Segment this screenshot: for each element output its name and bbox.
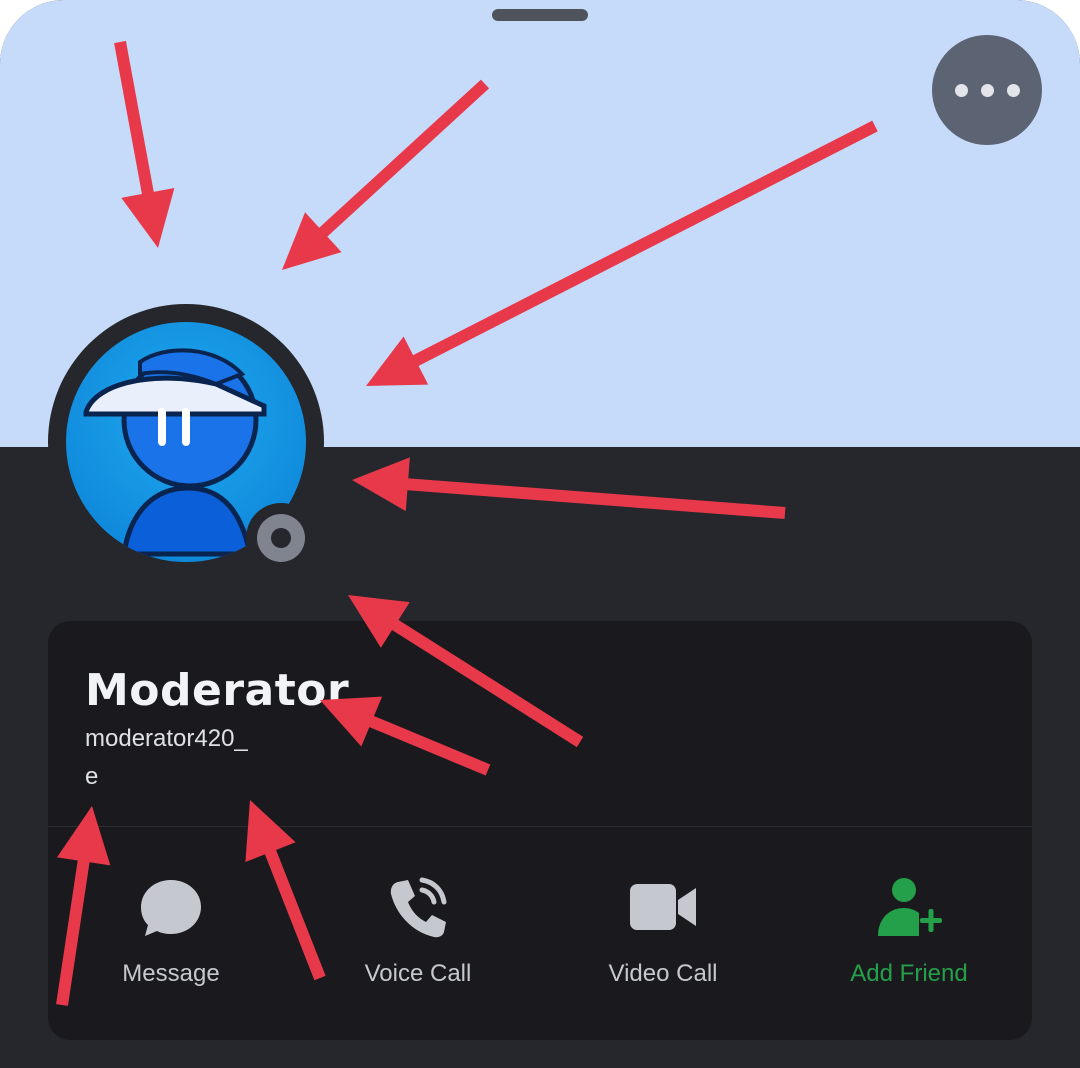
more-dot [980,83,994,97]
offline-status-icon [257,514,305,562]
display-name: Moderator [85,665,350,716]
username: moderator420_ [85,725,248,752]
message-button[interactable]: Message [71,876,271,1006]
status-hole [271,528,291,548]
more-options-button[interactable] [932,35,1042,145]
profile-sheet: Moderator moderator420_ e Message Voice … [0,0,1080,1068]
voice-call-label: Voice Call [364,960,472,987]
more-horizontal-icon [954,83,968,97]
video-call-button[interactable]: Video Call [563,876,763,1006]
add-friend-label: Add Friend [850,960,968,987]
username-continued: e [85,763,99,790]
phone-call-icon [390,877,447,938]
more-dot [1006,83,1020,97]
chat-bubble-icon [141,880,201,936]
voice-call-button[interactable]: Voice Call [318,876,518,1006]
drag-handle[interactable] [492,9,588,21]
video-call-label: Video Call [608,960,718,987]
profile-card: Moderator moderator420_ e Message Voice … [48,621,1032,1040]
add-friend-icon [878,878,942,936]
add-friend-button[interactable]: Add Friend [809,876,1009,1006]
divider [48,826,1032,827]
message-label: Message [122,960,220,987]
video-camera-icon [630,884,696,930]
